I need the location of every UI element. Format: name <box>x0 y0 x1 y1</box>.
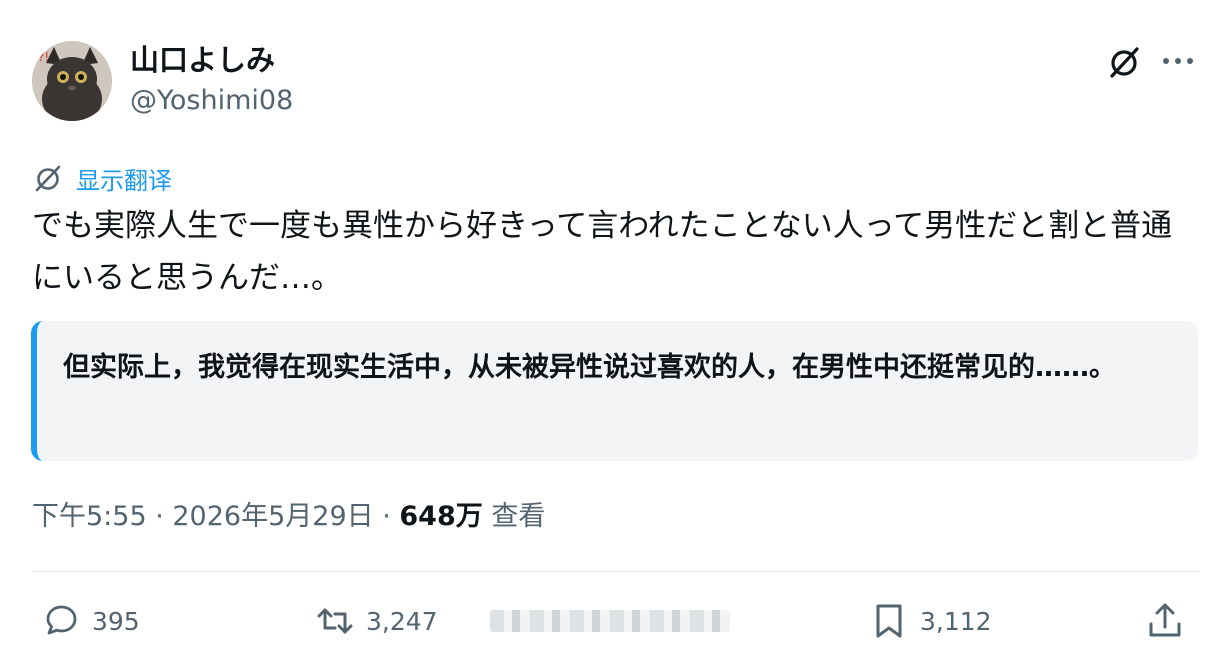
reply-icon <box>46 605 77 635</box>
more-icon[interactable] <box>1160 46 1196 76</box>
share-icon <box>1149 603 1181 637</box>
grok-icon <box>35 165 61 192</box>
retweet-button[interactable]: 3,247 <box>314 598 438 644</box>
svg-text:?!: ?! <box>38 50 49 64</box>
views-count[interactable]: 648万 <box>399 501 482 532</box>
show-translation-button[interactable]: 显示翻译 <box>32 160 172 196</box>
like-button[interactable] <box>490 598 730 644</box>
tweet-meta: 下午5:55 · 2026年5月29日 · 648万 查看 <box>32 497 545 537</box>
reply-count: 395 <box>92 606 140 636</box>
bookmark-button[interactable]: 3,112 <box>868 598 992 644</box>
tweet-text: でも実際人生で一度も異性から好きって言われたことない人って男性だと割と普通にいる… <box>32 208 1173 296</box>
retweet-icon <box>317 608 353 634</box>
translation-text: 但实际上，我觉得在现实生活中，从未被异性说过喜欢的人，在男性中还挺常见的……。 <box>63 352 1116 383</box>
avatar[interactable]: ?! <box>32 41 112 121</box>
bookmark-icon <box>876 604 902 638</box>
share-button[interactable] <box>1144 598 1186 644</box>
cat-avatar-icon: ?! <box>32 41 112 121</box>
user-handle[interactable]: @Yoshimi08 <box>130 82 293 120</box>
retweet-count: 3,247 <box>366 606 438 636</box>
reply-button[interactable]: 395 <box>40 598 140 644</box>
divider <box>32 571 1200 572</box>
show-translation-label: 显示翻译 <box>76 166 172 195</box>
bookmark-count: 3,112 <box>920 606 992 636</box>
translation-block: 但实际上，我觉得在现实生活中，从未被异性说过喜欢的人，在男性中还挺常见的……。 <box>31 321 1198 461</box>
grok-icon[interactable] <box>1106 44 1142 80</box>
blurred-like-region <box>490 610 730 632</box>
views-label: 查看 <box>482 501 546 532</box>
tweet-timestamp[interactable]: 下午5:55 · 2026年5月29日 · <box>32 501 399 532</box>
display-name[interactable]: 山口よしみ <box>130 40 275 80</box>
